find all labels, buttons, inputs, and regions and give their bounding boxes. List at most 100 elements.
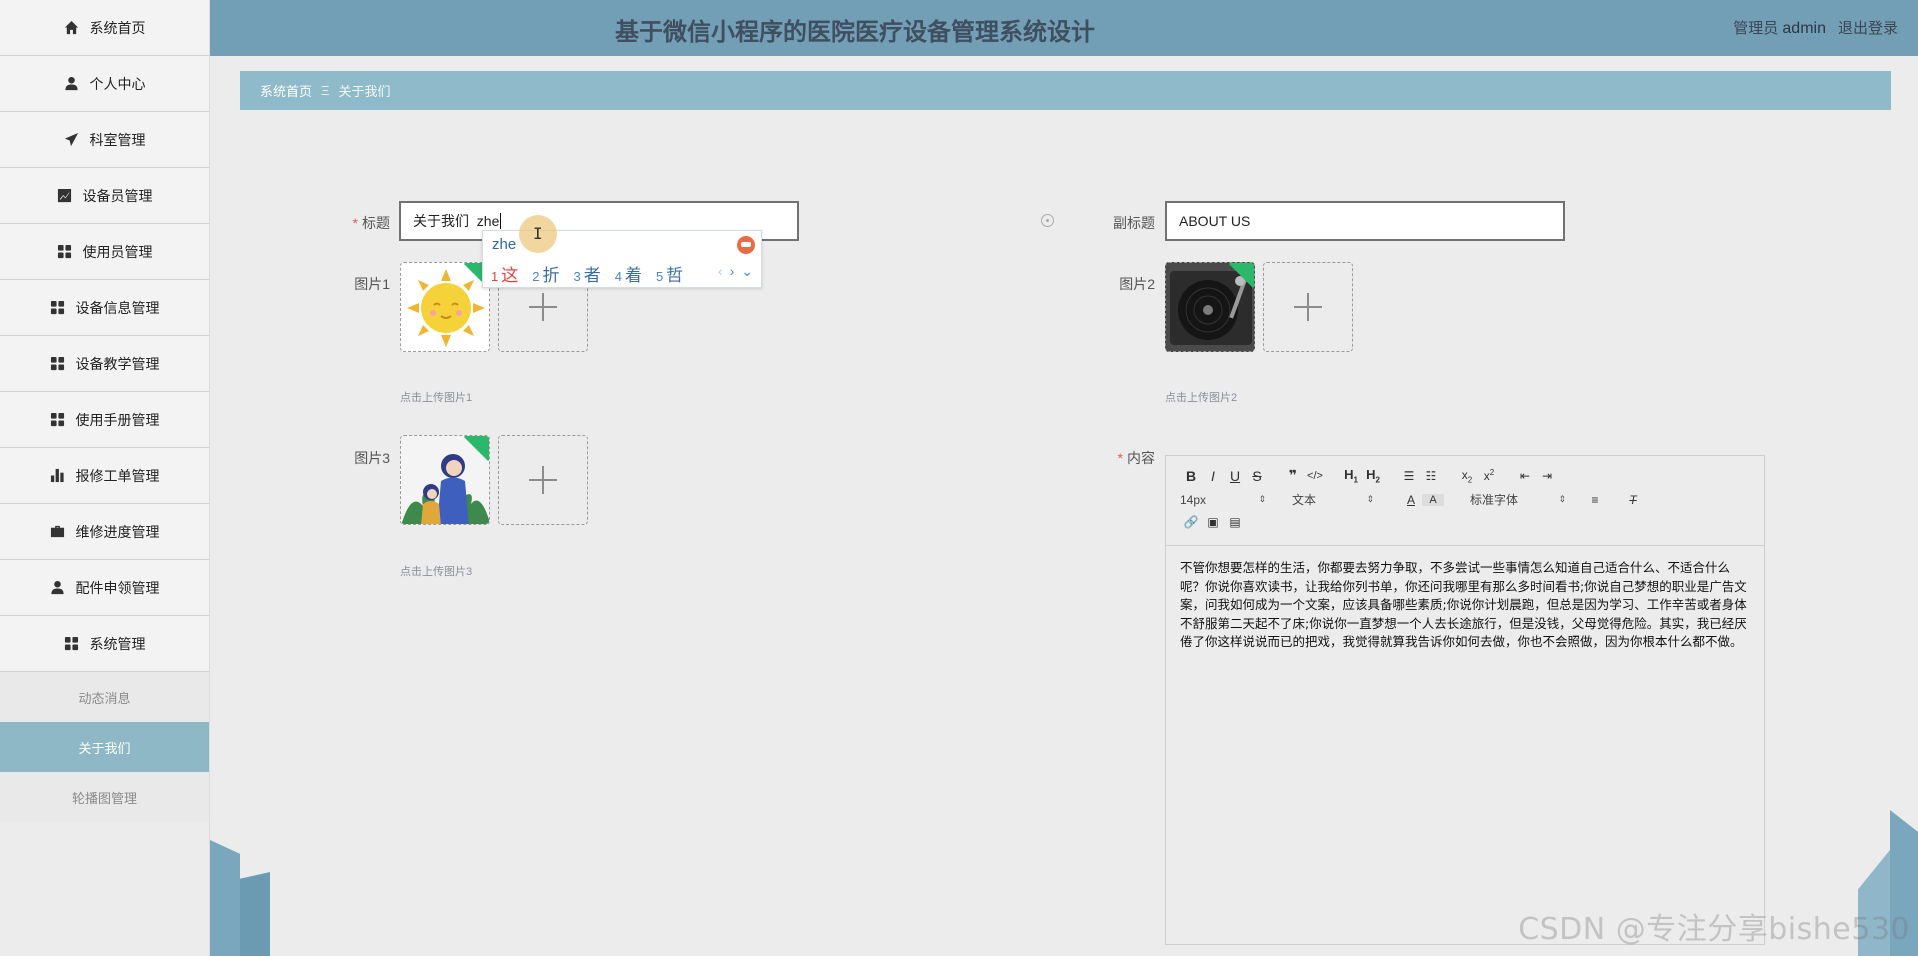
- ime-expand-icon[interactable]: ⌄: [741, 263, 753, 280]
- sidebar-item-manual[interactable]: 使用手册管理: [0, 392, 209, 448]
- grid-icon: [50, 300, 66, 316]
- pic2-label: 图片2: [1119, 276, 1155, 292]
- ime-pinyin: zhe: [492, 236, 517, 253]
- pic2-hint: 点击上传图片2: [1165, 392, 1238, 404]
- sidebar-item-device-info[interactable]: 设备信息管理: [0, 280, 209, 336]
- ime-candidate[interactable]: 3者: [573, 261, 600, 286]
- user-icon: [50, 580, 66, 596]
- blockquote-icon[interactable]: ❞: [1282, 467, 1304, 484]
- sidebar-item-repair-progress[interactable]: 维修进度管理: [0, 504, 209, 560]
- bold-icon[interactable]: B: [1180, 468, 1202, 484]
- decorative-shape: [240, 872, 270, 956]
- sidebar-subitem-carousel[interactable]: 轮播图管理: [0, 772, 209, 822]
- subtitle-label: 副标题: [1113, 215, 1155, 231]
- ime-candidate[interactable]: 1这: [491, 261, 518, 286]
- underline-icon[interactable]: U: [1224, 468, 1246, 484]
- clear-format-icon[interactable]: T: [1622, 493, 1644, 507]
- grid-icon: [57, 244, 73, 260]
- pic3-upload-button[interactable]: [498, 435, 588, 525]
- ime-candidates: 1这 2折 3者 4着 5哲: [491, 261, 683, 286]
- align-icon[interactable]: ≡: [1584, 493, 1606, 507]
- ime-candidate[interactable]: 2折: [532, 261, 559, 286]
- sidebar-item-device-staff[interactable]: 设备员管理: [0, 168, 209, 224]
- breadcrumb-home[interactable]: 系统首页: [260, 81, 312, 100]
- indent-icon[interactable]: ⇥: [1536, 469, 1558, 483]
- breadcrumb-separator-icon: Ξ: [321, 83, 330, 98]
- sidebar-item-profile[interactable]: 个人中心: [0, 56, 209, 112]
- text-caret: [500, 213, 502, 229]
- plus-icon: [529, 466, 557, 494]
- pic3-label: 图片3: [354, 450, 390, 466]
- strikethrough-icon[interactable]: S: [1246, 468, 1268, 484]
- ime-candidate[interactable]: 5哲: [656, 261, 683, 286]
- subtitle-input-value: ABOUT US: [1179, 213, 1251, 229]
- sidebar-item-label: 设备信息管理: [75, 299, 160, 316]
- italic-icon[interactable]: I: [1202, 468, 1224, 484]
- bullet-list-icon[interactable]: ☷: [1420, 469, 1442, 483]
- header: 基于微信小程序的医院医疗设备管理系统设计 管理员 admin 退出登录: [210, 0, 1918, 56]
- superscript-icon[interactable]: x2: [1478, 468, 1500, 483]
- rich-text-editor: B I U S ❞ </> H1 H2 ☰ ☷ x2 x2 ⇤ ⇥ 14px ⇕ …: [1165, 455, 1765, 945]
- sidebar-item-system[interactable]: 系统管理: [0, 616, 209, 672]
- sidebar-item-label: 使用手册管理: [75, 411, 160, 428]
- sidebar: 系统首页 个人中心 科室管理 设备员管理 使用员管理 设备信息管理 设备教学管理…: [0, 0, 210, 956]
- clear-icon[interactable]: [1041, 214, 1054, 227]
- ime-logo-icon: [737, 236, 755, 254]
- video-icon[interactable]: ▤: [1224, 515, 1246, 529]
- pic2-thumbnail[interactable]: [1165, 262, 1255, 352]
- pic2-upload-button[interactable]: [1263, 262, 1353, 352]
- background-color-icon[interactable]: A: [1422, 493, 1444, 506]
- sidebar-item-label: 设备员管理: [82, 187, 153, 204]
- font-size-select[interactable]: 14px ⇕: [1180, 493, 1266, 507]
- pic3-thumbnail[interactable]: [400, 435, 490, 525]
- user-role: 管理员 admin: [1733, 20, 1826, 37]
- sidebar-item-label: 个人中心: [89, 75, 146, 92]
- header2-icon[interactable]: H2: [1362, 467, 1384, 485]
- briefcase-icon: [50, 524, 66, 540]
- pic1-thumbnail[interactable]: [400, 262, 490, 352]
- sidebar-item-label: 设备教学管理: [75, 355, 160, 372]
- plus-icon: [529, 293, 557, 321]
- editor-content[interactable]: 不管你想要怎样的生活，你都要去努力争取，不多尝试一些事情怎么知道自己适合什么、不…: [1166, 546, 1764, 665]
- pic1-label: 图片1: [354, 276, 390, 292]
- grid-icon: [50, 356, 66, 372]
- subtitle-input[interactable]: ABOUT US: [1165, 201, 1565, 241]
- logout-link[interactable]: 退出登录: [1838, 17, 1898, 38]
- ime-candidate[interactable]: 4着: [615, 261, 642, 286]
- text-color-icon[interactable]: A: [1400, 493, 1422, 507]
- sidebar-item-user-staff[interactable]: 使用员管理: [0, 224, 209, 280]
- header1-icon[interactable]: H1: [1340, 467, 1362, 485]
- sidebar-item-label: 系统首页: [89, 19, 146, 36]
- title-input-value: 关于我们 zhe: [413, 213, 500, 229]
- sidebar-item-repair-orders[interactable]: 报修工单管理: [0, 448, 209, 504]
- username: admin: [1782, 20, 1826, 37]
- ime-prev-icon[interactable]: ‹: [718, 263, 723, 280]
- subscript-icon[interactable]: x2: [1456, 468, 1478, 484]
- sidebar-item-department[interactable]: 科室管理: [0, 112, 209, 168]
- ime-next-icon[interactable]: ›: [730, 263, 735, 280]
- chart-line-icon: [57, 188, 73, 204]
- outdent-icon[interactable]: ⇤: [1514, 469, 1536, 483]
- grid-icon: [64, 636, 80, 652]
- app-title: 基于微信小程序的医院医疗设备管理系统设计: [615, 18, 1095, 46]
- font-family-select[interactable]: 标准字体 ⇕: [1470, 491, 1566, 508]
- sidebar-subitem-news[interactable]: 动态消息: [0, 672, 209, 722]
- image-icon[interactable]: ▣: [1202, 515, 1224, 529]
- code-block-icon[interactable]: </>: [1304, 470, 1326, 482]
- text-type-select[interactable]: 文本 ⇕: [1292, 491, 1374, 508]
- sidebar-item-parts-request[interactable]: 配件申领管理: [0, 560, 209, 616]
- pic3-hint: 点击上传图片3: [400, 566, 473, 578]
- watermark: CSDN @专注分享bishe530: [1518, 912, 1910, 947]
- sidebar-subitem-about-us[interactable]: 关于我们: [0, 722, 209, 772]
- ime-nav: ‹ › ⌄: [718, 263, 753, 280]
- home-icon: [64, 20, 80, 36]
- text-cursor-icon: I: [533, 224, 543, 243]
- sidebar-item-home[interactable]: 系统首页: [0, 0, 209, 56]
- sidebar-item-device-teaching[interactable]: 设备教学管理: [0, 336, 209, 392]
- link-icon[interactable]: 🔗: [1180, 515, 1202, 529]
- decorative-shape: [210, 840, 240, 956]
- grid-icon: [50, 412, 66, 428]
- sidebar-item-label: 系统管理: [89, 635, 146, 652]
- ordered-list-icon[interactable]: ☰: [1398, 469, 1420, 483]
- send-icon: [64, 132, 80, 148]
